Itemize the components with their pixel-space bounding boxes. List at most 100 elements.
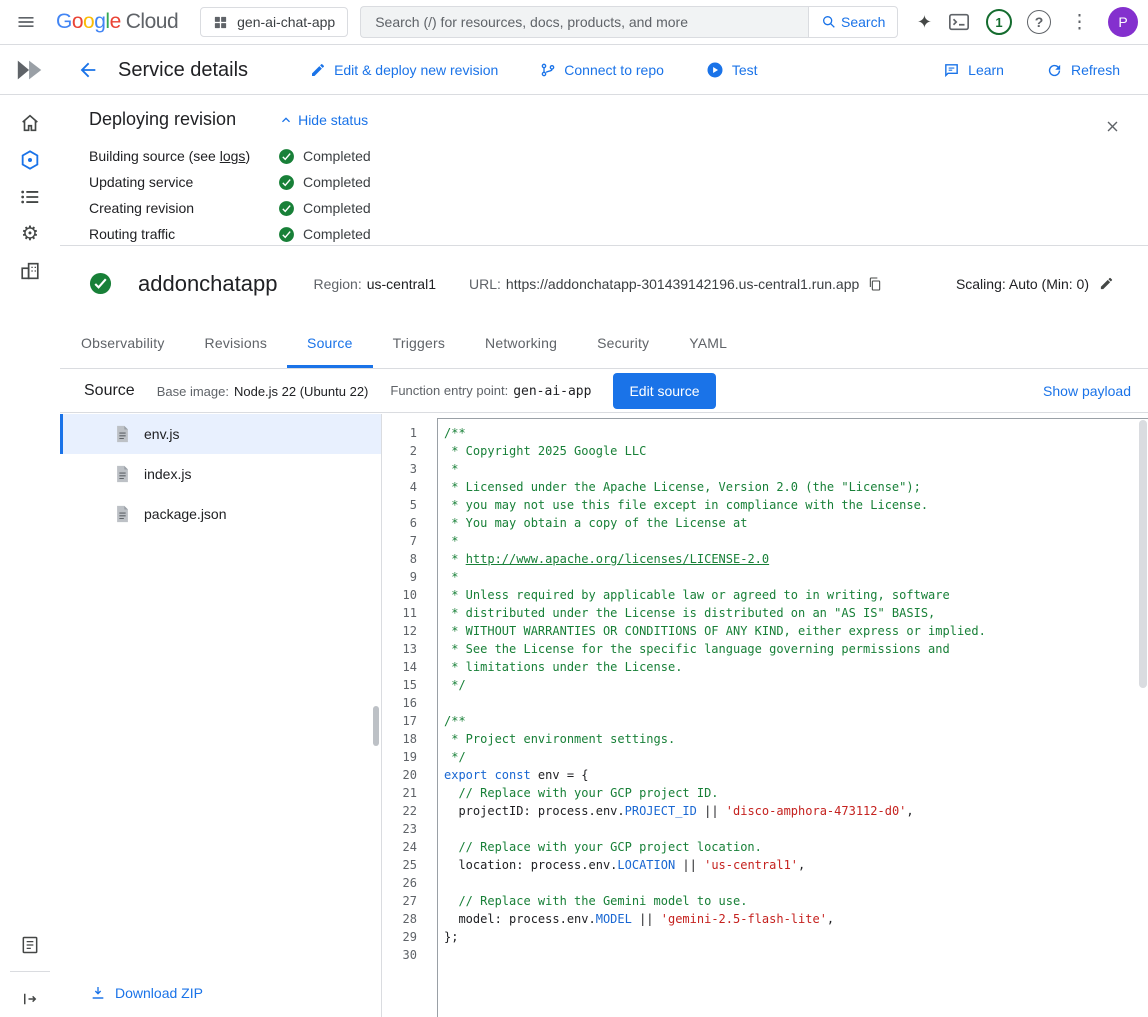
release-notes-icon[interactable] xyxy=(0,926,60,963)
tab-source[interactable]: Source xyxy=(287,320,373,368)
edit-scaling-button[interactable] xyxy=(1099,276,1114,291)
nav-list-icon[interactable] xyxy=(0,178,60,215)
logs-link[interactable]: logs xyxy=(220,148,246,164)
check-circle-icon xyxy=(278,226,295,243)
global-search: Search xyxy=(360,6,898,38)
repo-branch-icon xyxy=(540,62,556,78)
learn-button[interactable]: Learn xyxy=(943,62,1004,79)
file-icon xyxy=(115,505,130,523)
file-item-index.js[interactable]: index.js xyxy=(60,454,381,494)
deploy-status-panel: Deploying revision Hide status Building … xyxy=(60,96,1148,246)
show-payload-link[interactable]: Show payload xyxy=(1043,383,1131,399)
nav-rail-top: ⚙ xyxy=(0,96,60,289)
code-line: * limitations under the License. xyxy=(444,658,1134,676)
service-scaling: Scaling: Auto (Min: 0) xyxy=(956,276,1114,292)
code-line xyxy=(444,820,1134,838)
test-button[interactable]: Test xyxy=(706,61,758,79)
tab-yaml[interactable]: YAML xyxy=(669,320,747,368)
back-button[interactable] xyxy=(70,52,106,88)
file-panel-scrollbar[interactable] xyxy=(373,706,379,746)
line-number: 22 xyxy=(382,802,417,820)
editor-scrollbar[interactable] xyxy=(1139,420,1147,688)
project-name: gen-ai-chat-app xyxy=(237,14,335,30)
file-item-env.js[interactable]: env.js xyxy=(60,414,381,454)
cloud-shell-icon[interactable] xyxy=(947,11,971,33)
code-content[interactable]: /** * Copyright 2025 Google LLC * * Lice… xyxy=(437,418,1148,1017)
tab-triggers[interactable]: Triggers xyxy=(373,320,465,368)
close-icon xyxy=(1104,118,1121,135)
code-line: model: process.env.MODEL || 'gemini-2.5-… xyxy=(444,910,1134,928)
line-number: 12 xyxy=(382,622,417,640)
nav-services-icon-active[interactable] xyxy=(0,141,60,178)
nav-integrations-icon[interactable]: ⚙ xyxy=(0,215,60,252)
avatar[interactable]: P xyxy=(1108,7,1138,37)
collapse-panel-icon[interactable] xyxy=(0,980,60,1017)
code-line xyxy=(444,694,1134,712)
cloud-logo-word: Cloud xyxy=(126,10,178,34)
notifications-badge[interactable]: 1 xyxy=(986,9,1012,35)
edit-deploy-button[interactable]: Edit & deploy new revision xyxy=(310,62,498,78)
deploy-status-header: Deploying revision Hide status xyxy=(89,109,1148,130)
service-name: addonchatapp xyxy=(138,271,277,297)
status-label: Creating revision xyxy=(89,200,278,216)
status-value: Completed xyxy=(278,174,371,191)
code-line: * http://www.apache.org/licenses/LICENSE… xyxy=(444,550,1134,568)
code-lines: /** * Copyright 2025 Google LLC * * Lice… xyxy=(444,424,1134,964)
line-number: 30 xyxy=(382,946,417,964)
service-header-bar: Service details Edit & deploy new revisi… xyxy=(0,46,1148,95)
pencil-icon xyxy=(310,62,326,78)
file-item-package.json[interactable]: package.json xyxy=(60,494,381,534)
deploy-status-row: Creating revisionCompleted xyxy=(89,195,1148,221)
status-value: Completed xyxy=(278,200,371,217)
line-number: 21 xyxy=(382,784,417,802)
help-icon[interactable]: ? xyxy=(1027,10,1051,34)
nav-domains-icon[interactable] xyxy=(0,252,60,289)
close-status-button[interactable] xyxy=(1094,108,1130,144)
check-circle-icon xyxy=(278,148,295,165)
line-number: 24 xyxy=(382,838,417,856)
hide-status-toggle[interactable]: Hide status xyxy=(278,112,368,128)
file-icon xyxy=(115,425,130,443)
copy-url-button[interactable] xyxy=(867,276,883,292)
refresh-button[interactable]: Refresh xyxy=(1046,62,1120,79)
tab-networking[interactable]: Networking xyxy=(465,320,577,368)
file-list: env.jsindex.jspackage.json xyxy=(60,414,381,534)
connect-to-repo-button[interactable]: Connect to repo xyxy=(540,62,664,78)
nav-home-icon[interactable] xyxy=(0,104,60,141)
copy-icon xyxy=(867,276,883,292)
tab-security[interactable]: Security xyxy=(577,320,669,368)
service-region: Region: us-central1 xyxy=(313,276,436,292)
more-options-icon[interactable]: ⋮ xyxy=(1066,11,1093,34)
line-number: 2 xyxy=(382,442,417,460)
search-button[interactable]: Search xyxy=(808,6,898,38)
line-number: 1 xyxy=(382,424,417,442)
line-number: 19 xyxy=(382,748,417,766)
tab-revisions[interactable]: Revisions xyxy=(185,320,288,368)
line-number: 13 xyxy=(382,640,417,658)
code-line: */ xyxy=(444,676,1134,694)
deploy-status-title: Deploying revision xyxy=(89,109,236,130)
search-input[interactable] xyxy=(360,6,808,38)
status-value: Completed xyxy=(278,148,371,165)
google-cloud-logo: Google Cloud xyxy=(56,10,178,34)
file-tree-panel: env.jsindex.jspackage.json Download ZIP xyxy=(60,414,382,1017)
line-number: 4 xyxy=(382,478,417,496)
gemini-sparkle-icon[interactable]: ✦ xyxy=(917,12,932,33)
pencil-icon xyxy=(1099,276,1114,291)
google-logo-word: Google xyxy=(56,10,121,34)
project-selector[interactable]: gen-ai-chat-app xyxy=(200,7,348,37)
line-number: 8 xyxy=(382,550,417,568)
code-line: * You may obtain a copy of the License a… xyxy=(444,514,1134,532)
back-arrow-icon xyxy=(77,59,99,81)
source-content: env.jsindex.jspackage.json Download ZIP … xyxy=(60,414,1148,1017)
hamburger-menu-icon[interactable] xyxy=(6,2,46,42)
line-numbers: 1234567891011121314151617181920212223242… xyxy=(382,414,437,1017)
code-line: * Unless required by applicable law or a… xyxy=(444,586,1134,604)
edit-source-button[interactable]: Edit source xyxy=(613,373,715,409)
check-circle-icon xyxy=(278,200,295,217)
line-number: 23 xyxy=(382,820,417,838)
line-number: 27 xyxy=(382,892,417,910)
tab-observability[interactable]: Observability xyxy=(61,320,185,368)
download-zip-button[interactable]: Download ZIP xyxy=(90,985,203,1001)
line-number: 10 xyxy=(382,586,417,604)
